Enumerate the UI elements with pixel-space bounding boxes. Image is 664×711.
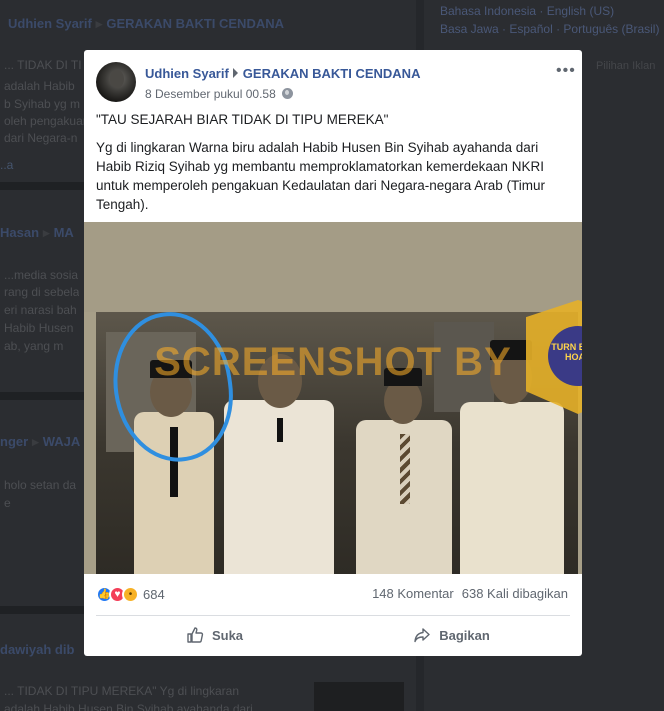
wow-icon: • bbox=[122, 586, 139, 604]
bg-post-header[interactable]: Udhien Syarif ▸ GERAKAN BAKTI CENDANA bbox=[8, 16, 284, 32]
bg-post-line: eri narasi bah bbox=[4, 303, 77, 317]
bg-post-line: ... TIDAK DI TI bbox=[4, 58, 82, 72]
post-timestamp[interactable]: 8 Desember pukul 00.58 bbox=[145, 87, 276, 101]
bg-post-line: ...media sosia bbox=[4, 268, 79, 282]
bg-post-header[interactable]: Hasan ▸ MA bbox=[0, 225, 74, 241]
photo-person bbox=[460, 402, 564, 574]
reaction-count: 684 bbox=[143, 587, 165, 603]
post-author-line: Udhien Syarif GERAKAN BAKTI CENDANA bbox=[145, 66, 420, 81]
post-image[interactable]: SCREENSHOT BY TURN BACK HOAX bbox=[84, 222, 582, 574]
bg-post-line: ... TIDAK DI TIPU MEREKA" Yg di lingkara… bbox=[4, 684, 240, 698]
sidebar-note[interactable]: Pilihan Iklan bbox=[596, 60, 655, 72]
photo-person-tie bbox=[277, 418, 283, 442]
author-link[interactable]: Udhien Syarif bbox=[145, 66, 229, 81]
reaction-summary[interactable]: 👍 ♥ • 684 bbox=[96, 586, 165, 604]
language-links-row2[interactable]: Basa Jawa · Español · Português (Brasil) bbox=[440, 22, 659, 36]
group-link[interactable]: GERAKAN BAKTI CENDANA bbox=[243, 66, 421, 81]
share-button-label: Bagikan bbox=[439, 627, 490, 643]
caret-right-icon bbox=[232, 68, 238, 78]
bg-post-link[interactable]: ..a bbox=[0, 158, 13, 172]
bg-post-thumbnail[interactable] bbox=[314, 682, 404, 711]
like-button-label: Suka bbox=[211, 627, 244, 643]
bg-post-line: adalah Habib Husen Bin Syihab ayahanda d… bbox=[4, 702, 253, 711]
post-quote: "TAU SEJARAH BIAR TIDAK DI TIPU MEREKA" bbox=[96, 112, 389, 127]
bg-post-line: dari Negara-n bbox=[4, 131, 78, 145]
share-button[interactable]: Bagikan bbox=[333, 616, 570, 654]
bg-post-header[interactable]: dawiyah dib bbox=[0, 642, 74, 657]
bg-post-line: Habib Husen bbox=[4, 321, 74, 335]
bg-post-line: e bbox=[4, 496, 11, 510]
thumbs-up-icon bbox=[187, 627, 204, 643]
photo-border bbox=[84, 222, 582, 312]
post-meta: 8 Desember pukul 00.58 bbox=[145, 87, 293, 101]
bg-post-line: holo setan da bbox=[4, 478, 77, 492]
post-card: Udhien Syarif GERAKAN BAKTI CENDANA 8 Des… bbox=[84, 50, 582, 656]
share-arrow-icon bbox=[414, 628, 430, 643]
post-actions: Suka Bagikan bbox=[96, 616, 570, 654]
bg-post-line: b Syihab yg m bbox=[4, 97, 81, 111]
language-links-row1[interactable]: Bahasa Indonesia · English (US) bbox=[440, 4, 614, 18]
bg-post-header[interactable]: nger ▸ WAJA bbox=[0, 434, 80, 450]
photo-person-tie bbox=[400, 434, 410, 504]
bg-post-line: adalah Habib bbox=[4, 79, 75, 93]
globe-icon bbox=[281, 88, 293, 99]
post-text: "TAU SEJARAH BIAR TIDAK DI TIPU MEREKA" … bbox=[96, 110, 570, 214]
avatar[interactable] bbox=[96, 62, 136, 102]
post-stats: 148 Komentar 638 Kali dibagikan bbox=[372, 586, 568, 601]
badge-text: TURN BACK HOAX bbox=[551, 342, 582, 362]
like-button[interactable]: Suka bbox=[96, 616, 333, 654]
post-body-text: Yg di lingkaran Warna biru adalah Habib … bbox=[96, 140, 546, 212]
bg-post-line: rang di sebela bbox=[4, 285, 80, 299]
comments-count[interactable]: 148 Komentar bbox=[372, 586, 454, 601]
shares-count[interactable]: 638 Kali dibagikan bbox=[462, 586, 568, 601]
bg-post-line: ab, yang m bbox=[4, 339, 64, 353]
more-options-icon[interactable]: ••• bbox=[556, 62, 576, 80]
watermark-text: SCREENSHOT BY bbox=[154, 340, 512, 384]
